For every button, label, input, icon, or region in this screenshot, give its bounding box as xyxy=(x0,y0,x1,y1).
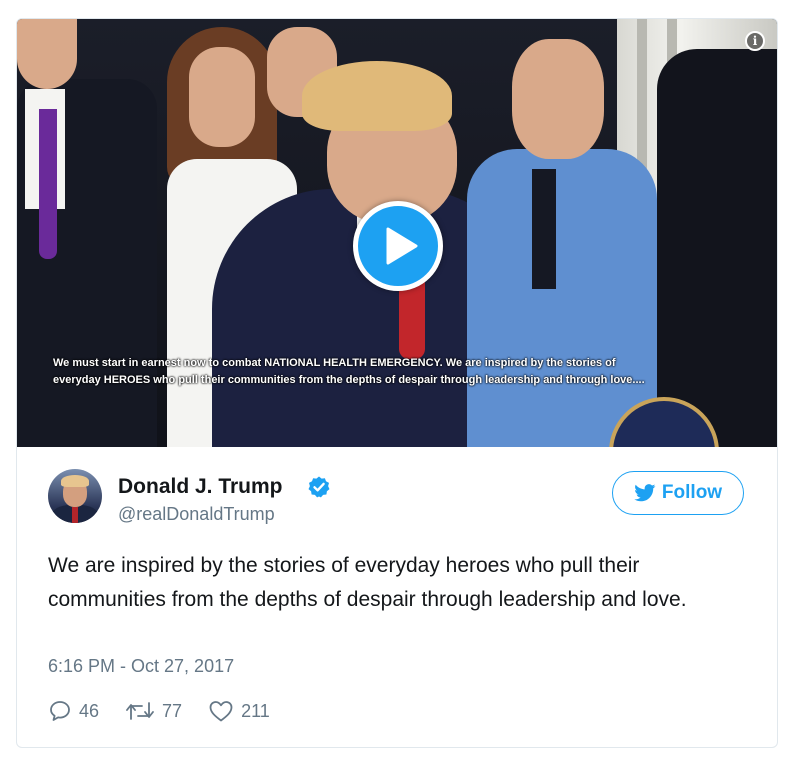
person-right-shirt xyxy=(467,149,657,447)
reply-icon xyxy=(50,701,70,721)
reply-count: 46 xyxy=(79,700,100,721)
reply-action[interactable]: 46 xyxy=(48,699,99,723)
follow-button[interactable]: Follow xyxy=(612,471,744,515)
twitter-bird-icon xyxy=(634,484,656,502)
like-count: 211 xyxy=(241,700,270,721)
play-button[interactable] xyxy=(353,201,443,291)
person-left-tie xyxy=(39,109,57,259)
info-icon[interactable]: i xyxy=(745,31,765,51)
avatar[interactable] xyxy=(48,469,102,523)
avatar-tie xyxy=(72,507,78,523)
verified-badge-icon xyxy=(308,476,330,498)
play-icon xyxy=(386,227,418,265)
tweet-actions: 46 77 211 xyxy=(48,699,296,723)
avatar-hair xyxy=(61,475,89,487)
tweet-card: We must start in earnest now to combat N… xyxy=(16,18,778,748)
heart-icon xyxy=(209,701,233,722)
tweet-text: We are inspired by the stories of everyd… xyxy=(48,554,687,611)
person-woman-face xyxy=(189,47,255,147)
follow-button-label: Follow xyxy=(661,482,723,503)
tweet-timestamp[interactable]: 6:16 PM - Oct 27, 2017 xyxy=(48,656,234,677)
speaker-hair xyxy=(302,61,452,131)
display-name[interactable]: Donald J. Trump xyxy=(118,475,283,499)
video-player[interactable]: We must start in earnest now to combat N… xyxy=(17,19,777,447)
video-subtitle-line-1: We must start in earnest now to combat N… xyxy=(53,357,616,369)
video-subtitle-line-2: everyday HEROES who pull their communiti… xyxy=(53,374,645,386)
person-right-face xyxy=(512,39,604,159)
retweet-action[interactable]: 77 xyxy=(125,700,182,722)
like-action[interactable]: 211 xyxy=(208,699,270,723)
retweet-icon xyxy=(126,702,154,720)
person-right-tie xyxy=(532,169,556,289)
user-handle[interactable]: @realDonaldTrump xyxy=(118,504,275,525)
person-left-face xyxy=(17,19,77,89)
video-subtitle: We must start in earnest now to combat N… xyxy=(53,355,753,389)
retweet-count: 77 xyxy=(162,700,183,721)
